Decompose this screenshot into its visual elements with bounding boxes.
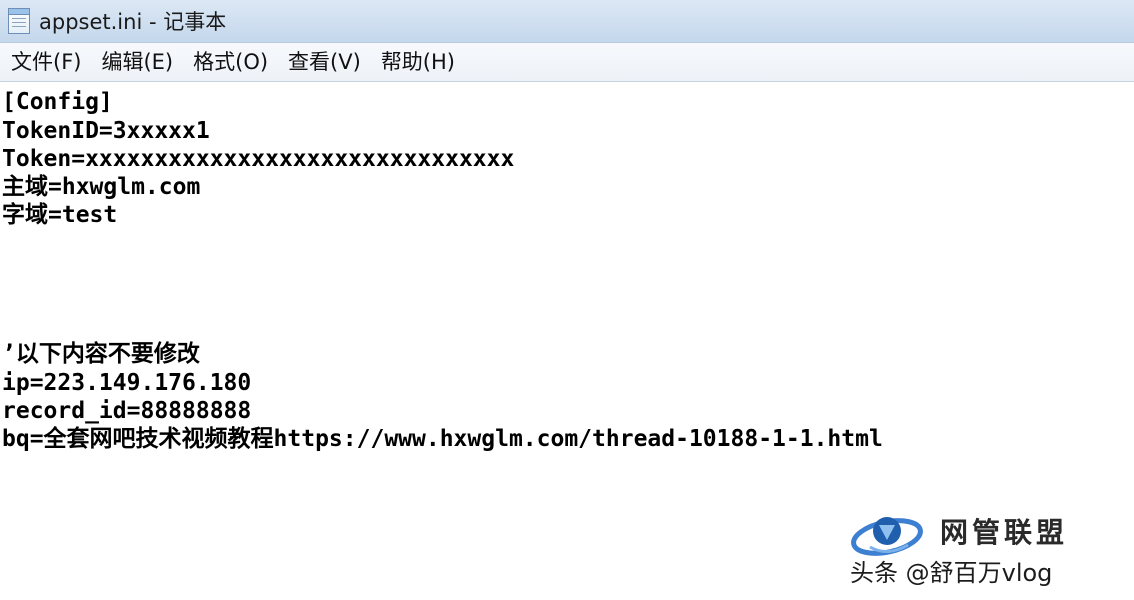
- logo-text: 网管联盟: [940, 516, 1069, 549]
- editor-line: 主域=hxwglm.com: [2, 174, 201, 200]
- window-title: appset.ini - 记事本: [39, 10, 227, 34]
- menu-format[interactable]: 格式(O): [183, 43, 278, 81]
- menu-file[interactable]: 文件(F): [1, 43, 91, 81]
- watermark: 网管联盟 头条 @舒百万vlog: [850, 507, 1120, 592]
- menu-help[interactable]: 帮助(H): [371, 43, 465, 81]
- notepad-window: appset.ini - 记事本 文件(F) 编辑(E) 格式(O) 查看(V)…: [0, 0, 1134, 600]
- title-bar[interactable]: appset.ini - 记事本: [0, 0, 1134, 43]
- notepad-icon: [8, 8, 30, 34]
- menu-view[interactable]: 查看(V): [278, 43, 371, 81]
- editor-line: Token=xxxxxxxxxxxxxxxxxxxxxxxxxxxxxxx: [2, 146, 515, 172]
- editor-line: [Config]: [2, 89, 113, 115]
- editor-line: ip=223.149.176.180: [2, 370, 252, 396]
- editor-line: record_id=88888888: [2, 398, 252, 424]
- editor-line: bq=全套网吧技术视频教程https://www.hxwglm.com/thre…: [2, 426, 883, 452]
- menu-edit[interactable]: 编辑(E): [91, 43, 183, 81]
- source-watermark: 头条 @舒百万vlog: [850, 559, 1053, 587]
- editor-line: TokenID=3xxxxx1: [2, 118, 210, 144]
- editor-line: ’以下内容不要修改: [2, 341, 200, 367]
- menu-bar: 文件(F) 编辑(E) 格式(O) 查看(V) 帮助(H): [0, 43, 1134, 82]
- editor-line: 字域=test: [2, 202, 118, 228]
- logo-emblem-icon: [851, 517, 923, 556]
